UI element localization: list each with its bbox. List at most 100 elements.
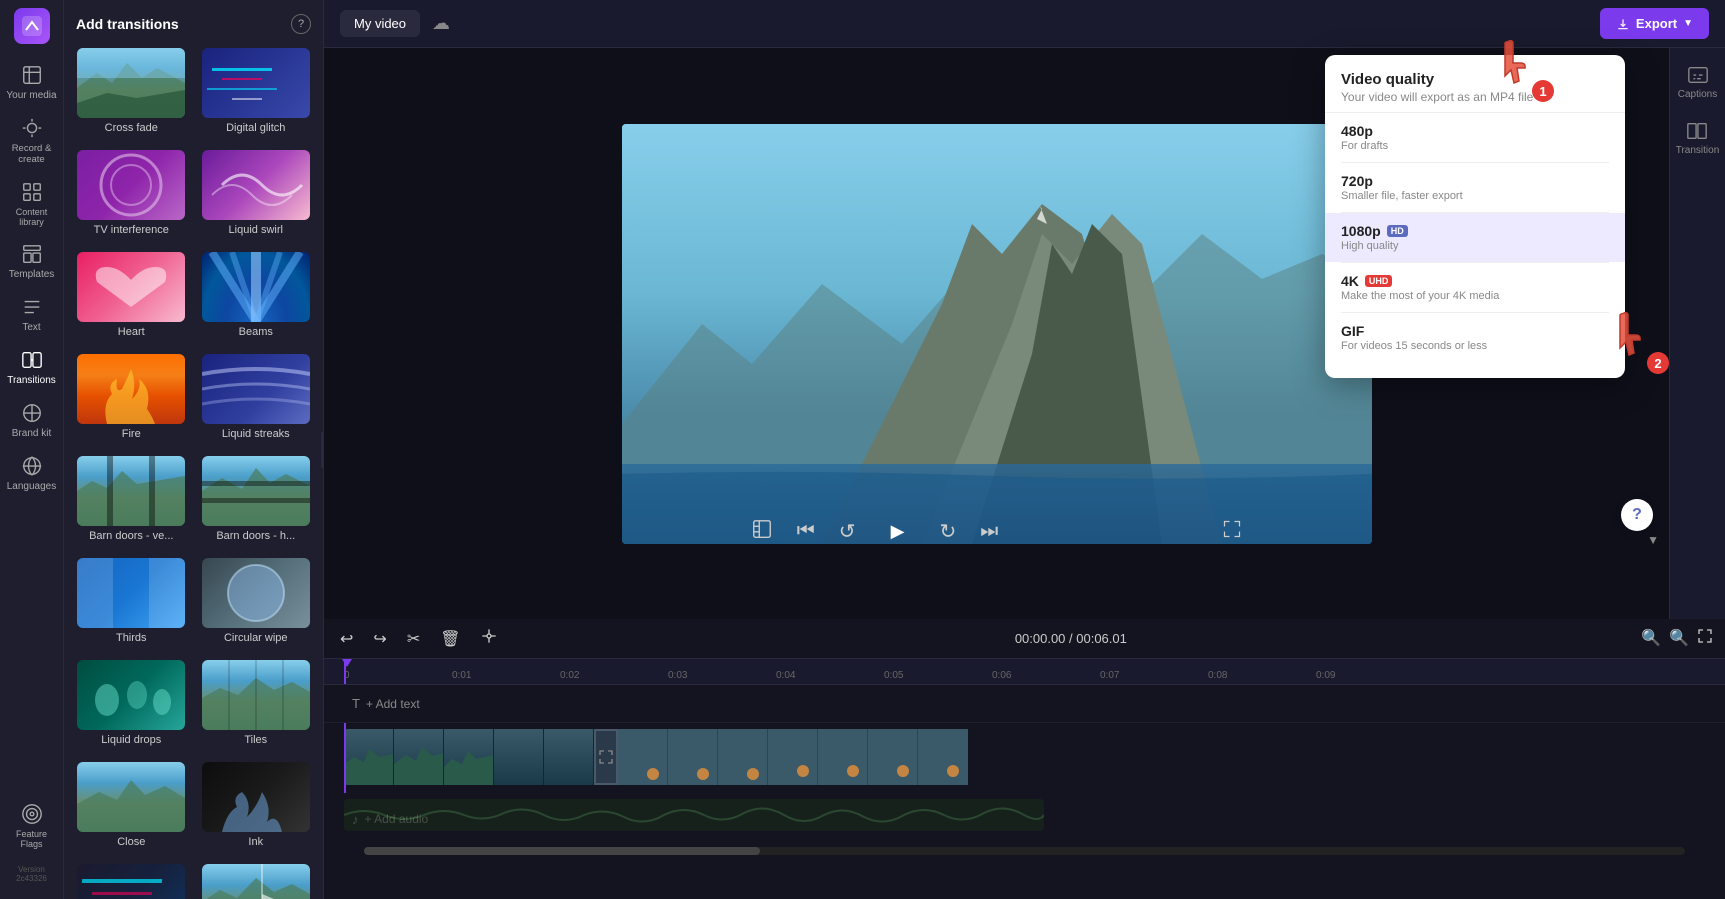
quality-option-720p[interactable]: 720p Smaller file, faster export [1325, 163, 1625, 212]
transition-label-digital-glitch: Digital glitch [226, 122, 285, 134]
transition-label-barn-doors-h: Barn doors - h... [216, 530, 295, 542]
sidebar-item-record-create[interactable]: Record &create [2, 109, 62, 173]
zoom-in-button[interactable]: 🔍 [1669, 628, 1689, 649]
help-button-preview[interactable]: ? [1621, 499, 1653, 531]
zoom-out-button[interactable]: 🔍 [1641, 628, 1661, 649]
transition-fire[interactable]: Fire [72, 350, 191, 446]
app-logo [14, 8, 50, 44]
timeline-zoom-controls: 🔍 🔍 [1641, 628, 1713, 649]
hd-badge: HD [1387, 225, 1408, 237]
transition-panel-button[interactable]: Transition [1672, 112, 1724, 164]
transition-label-thirds: Thirds [116, 632, 147, 644]
add-text-button[interactable]: T + Add text [344, 686, 428, 722]
transition-thumb-liquid-drops [77, 660, 185, 730]
transition-tv-interference[interactable]: TV interference [72, 146, 191, 242]
undo-button[interactable]: ↩ [336, 625, 357, 653]
transition-label-tv-interference: TV interference [94, 224, 169, 236]
sidebar-item-your-media[interactable]: Your media [2, 56, 62, 109]
transition-heart[interactable]: Heart [72, 248, 191, 344]
cloud-save-icon[interactable]: ☁ [432, 13, 450, 34]
video-preview [622, 124, 1372, 544]
preview-collapse-chevron[interactable]: ▼ [1647, 533, 1659, 547]
uhd-badge: UHD [1365, 275, 1393, 287]
forward-button[interactable]: ↻ [940, 519, 957, 544]
transition-thumb-heart [77, 252, 185, 322]
transition-close[interactable]: Close [72, 758, 191, 854]
panel-title: Add transitions [76, 16, 179, 32]
transitions-grid: Cross fade Digital glitch TV interferenc… [64, 44, 323, 899]
transition-ink[interactable]: Ink [197, 758, 316, 854]
export-button[interactable]: Export ▼ [1600, 8, 1709, 39]
rewind-button[interactable]: ↺ [839, 519, 856, 544]
export-quality-dropdown: Video quality Your video will export as … [1325, 55, 1625, 378]
transition-thumb-wipe-right [202, 864, 310, 899]
transition-label-liquid-streaks: Liquid streaks [222, 428, 290, 440]
transition-wipe-right[interactable]: Wipe right [197, 860, 316, 899]
transition-thumb-tv-interference [77, 150, 185, 220]
sidebar-item-text[interactable]: Text [2, 288, 62, 341]
sidebar-item-feature-flags[interactable]: FeatureFlags [2, 795, 62, 857]
cut-button[interactable]: ✂ [403, 625, 424, 653]
video-frame [622, 124, 1372, 544]
transition-digital-glitch[interactable]: Digital glitch [197, 44, 316, 140]
audio-track-row: ♪ + Add audio [324, 793, 1725, 841]
transition-beams[interactable]: Beams [197, 248, 316, 344]
topbar: My video ☁ Export ▼ [324, 0, 1725, 48]
transitions-panel: Add transitions ? Cross fade Digital gli… [64, 0, 324, 899]
sidebar-item-languages[interactable]: Languages [2, 447, 62, 500]
transition-liquid-swirl[interactable]: Liquid swirl [197, 146, 316, 242]
split-button[interactable] [477, 624, 501, 653]
topbar-right: Export ▼ [1600, 8, 1709, 39]
transition-thumb-fire [77, 354, 185, 424]
timeline-ruler: 0 0:01 0:02 0:03 0:04 0:05 0:06 0:07 0:0… [324, 659, 1725, 685]
transition-label-fire: Fire [122, 428, 141, 440]
transition-liquid-streaks[interactable]: Liquid streaks [197, 350, 316, 446]
fullscreen-button[interactable] [1222, 519, 1242, 544]
delete-button[interactable]: 🗑 [436, 625, 464, 653]
sidebar-item-brand-kit[interactable]: Brand kit [2, 394, 62, 447]
sidebar-item-version: Version 2c43326 [2, 857, 62, 891]
transition-label-liquid-drops: Liquid drops [101, 734, 161, 746]
transition-label-tiles: Tiles [244, 734, 267, 746]
captions-panel-button[interactable]: Captions [1674, 56, 1721, 108]
redo-button[interactable]: ↪ [369, 625, 390, 653]
audio-waveform [344, 799, 1044, 831]
quality-option-4k[interactable]: 4K UHD Make the most of your 4K media [1325, 263, 1625, 312]
sidebar: Your media Record &create Contentlibrary… [0, 0, 64, 899]
video-title-tab[interactable]: My video [340, 10, 420, 37]
transition-label-ink: Ink [248, 836, 263, 848]
quality-option-gif[interactable]: GIF For videos 15 seconds or less [1325, 313, 1625, 362]
transition-circular-wipe[interactable]: Circular wipe [197, 554, 316, 650]
transition-thumb-digital-glitch [202, 48, 310, 118]
quality-option-1080p[interactable]: 1080p HD High quality [1325, 213, 1625, 262]
skip-back-button[interactable]: ⏮ [797, 520, 815, 543]
preview-controls: ⏮ ↺ ▶ ↻ ⏭ [324, 513, 1669, 549]
sidebar-item-content-library[interactable]: Contentlibrary [2, 173, 62, 235]
transition-cross-fade[interactable]: Cross fade [72, 44, 191, 140]
sidebar-item-templates[interactable]: Templates [2, 235, 62, 288]
export-caret-icon: ▼ [1683, 18, 1693, 29]
transition-barn-doors-v[interactable]: Barn doors - ve... [72, 452, 191, 548]
clip-trim-icon[interactable] [751, 518, 773, 545]
transition-liquid-drops[interactable]: Liquid drops [72, 656, 191, 752]
sidebar-item-transitions[interactable]: Transitions [2, 341, 62, 394]
skip-forward-button[interactable]: ⏭ [980, 520, 998, 543]
fit-to-window-button[interactable] [1697, 628, 1713, 649]
export-dropdown-header: Video quality Your video will export as … [1325, 71, 1625, 113]
video-clip[interactable] [344, 729, 1044, 785]
transition-glitch-reveal[interactable]: Glitch reveal [72, 860, 191, 899]
transition-thumb-thirds [77, 558, 185, 628]
timeline-scrollbar[interactable] [364, 847, 1685, 855]
transition-label-beams: Beams [239, 326, 273, 338]
transition-label-barn-doors-v: Barn doors - ve... [89, 530, 173, 542]
transition-barn-doors-h[interactable]: Barn doors - h... [197, 452, 316, 548]
transition-label-cross-fade: Cross fade [105, 122, 158, 134]
quality-option-480p[interactable]: 480p For drafts [1325, 113, 1625, 162]
transition-thumb-barn-doors-v [77, 456, 185, 526]
transition-thirds[interactable]: Thirds [72, 554, 191, 650]
play-button[interactable]: ▶ [880, 513, 916, 549]
transition-tiles[interactable]: Tiles [197, 656, 316, 752]
help-button[interactable]: ? [291, 14, 311, 34]
transition-thumb-circular-wipe [202, 558, 310, 628]
export-dropdown-subtitle: Your video will export as an MP4 file [1341, 90, 1609, 104]
